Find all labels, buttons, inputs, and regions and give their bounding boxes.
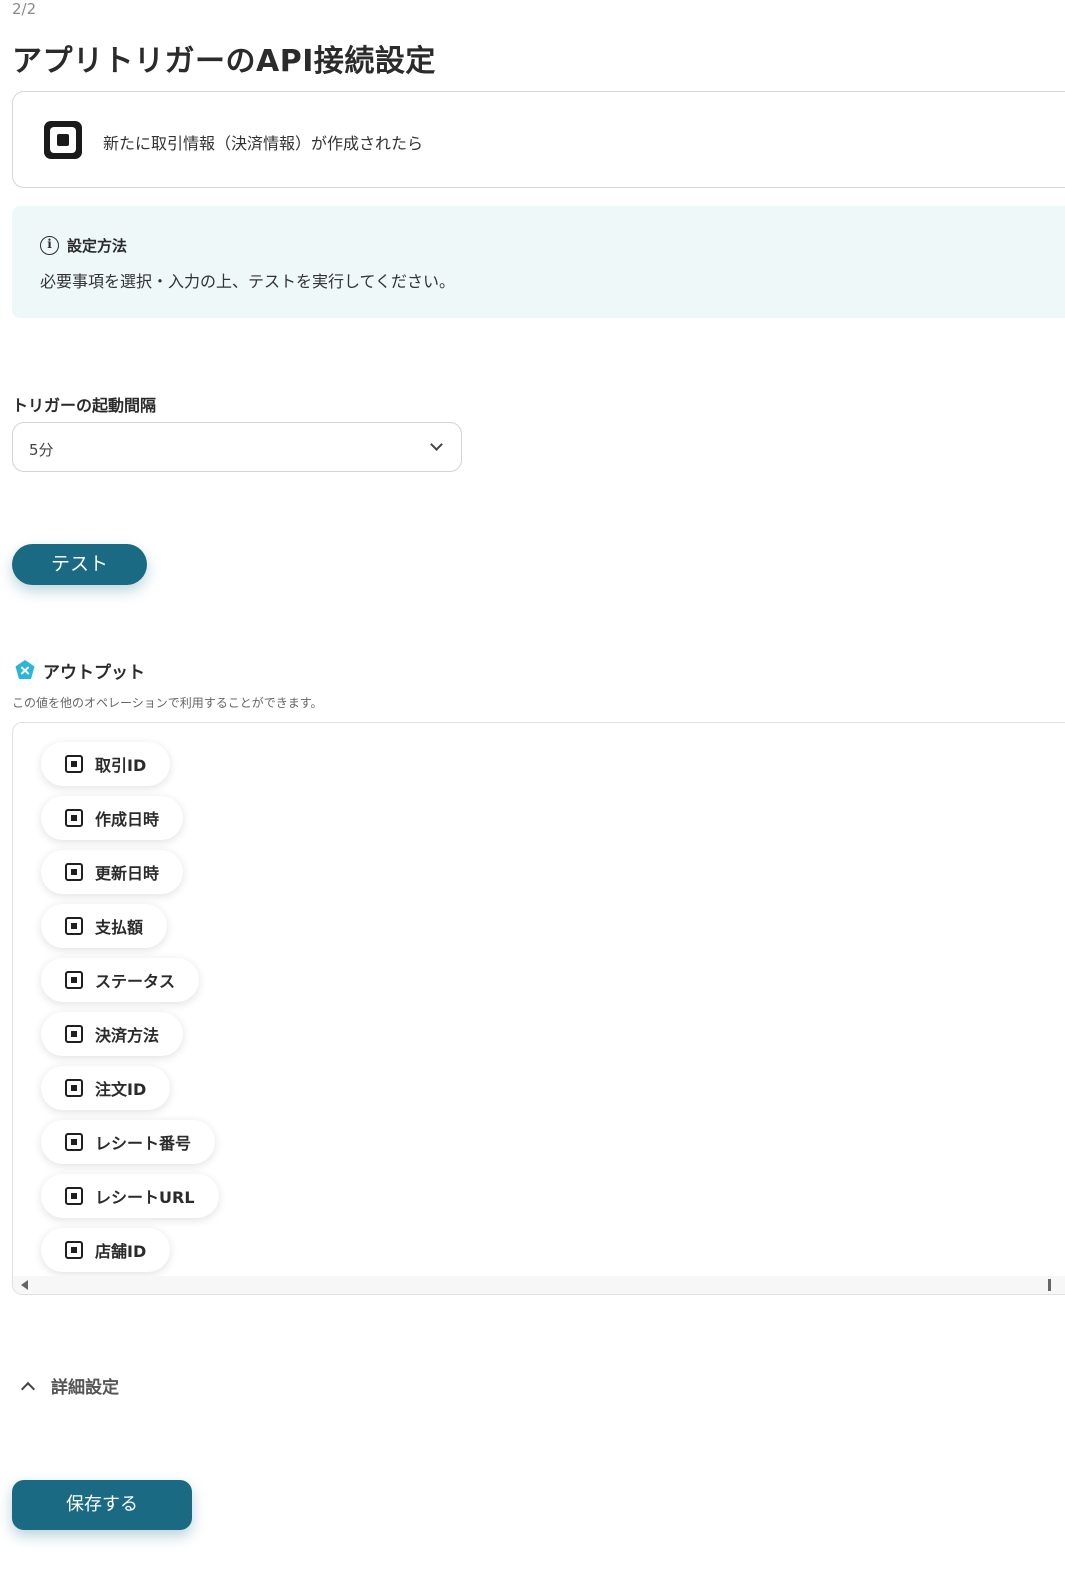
output-chip-label: 取引ID (95, 756, 147, 775)
output-subtitle: この値を他のオペレーションで利用することができます。 (12, 696, 323, 710)
output-chip-label: 作成日時 (95, 810, 160, 829)
output-chip[interactable]: 決済方法 (41, 1012, 184, 1056)
output-chip-label: 注文ID (95, 1080, 147, 1099)
interval-select-value: 5分 (29, 441, 54, 459)
interval-select[interactable]: 5分 (12, 422, 462, 472)
advanced-settings-toggle[interactable]: 詳細設定 (18, 1373, 119, 1398)
output-chip[interactable]: 店舗ID (41, 1228, 171, 1272)
square-logo-icon (65, 863, 83, 881)
output-chip[interactable]: 支払額 (41, 904, 168, 948)
info-circle-icon: i (40, 236, 59, 255)
square-logo-icon (65, 1241, 83, 1259)
output-chip-label: 更新日時 (95, 864, 160, 883)
square-logo-icon (65, 1187, 83, 1205)
square-logo-icon (65, 917, 83, 935)
square-logo-icon (65, 755, 83, 773)
output-chip-label: 店舗ID (95, 1242, 147, 1261)
output-chip-label: 支払額 (95, 918, 144, 937)
interval-label: トリガーの起動間隔 (12, 396, 157, 415)
info-text: 必要事項を選択・入力の上、テストを実行してください。 (40, 272, 456, 291)
output-chip-label: レシート番号 (95, 1134, 192, 1153)
square-logo-icon (65, 1025, 83, 1043)
scroll-right-arrow-icon[interactable] (1048, 1279, 1051, 1291)
output-chip[interactable]: 作成日時 (41, 796, 184, 840)
output-chip-label: レシートURL (95, 1188, 195, 1207)
output-chip-label: ステータス (95, 972, 176, 991)
output-chip[interactable]: 取引ID (41, 742, 171, 786)
output-chip[interactable]: レシート番号 (41, 1120, 216, 1164)
output-chip[interactable]: ステータス (41, 958, 200, 1002)
output-chip[interactable]: 更新日時 (41, 850, 184, 894)
info-box: i 設定方法 必要事項を選択・入力の上、テストを実行してください。 (12, 206, 1065, 318)
output-title: アウトプット (43, 663, 145, 683)
step-indicator: 2/2 (12, 0, 37, 18)
square-logo-icon (44, 121, 82, 159)
trigger-description: 新たに取引情報（決済情報）が作成されたら (103, 134, 424, 153)
output-chip[interactable]: レシートURL (41, 1174, 219, 1218)
square-logo-icon (65, 809, 83, 827)
chevron-down-icon (430, 438, 443, 451)
output-list: 取引ID 作成日時 更新日時 支払額 ステータス 決済方法 注文ID レシート番… (12, 722, 1065, 1295)
info-title: 設定方法 (67, 237, 128, 255)
page-title: アプリトリガーのAPI接続設定 (12, 44, 436, 79)
horizontal-scrollbar[interactable] (13, 1276, 1065, 1294)
scroll-left-arrow-icon[interactable] (21, 1280, 28, 1290)
square-logo-icon (65, 971, 83, 989)
trigger-card: 新たに取引情報（決済情報）が作成されたら (12, 91, 1065, 188)
output-chip[interactable]: 注文ID (41, 1066, 171, 1110)
test-button[interactable]: テスト (12, 544, 147, 585)
advanced-settings-label: 詳細設定 (51, 1378, 119, 1398)
save-button[interactable]: 保存する (12, 1480, 192, 1530)
chevron-up-icon (20, 1381, 36, 1396)
output-badge-icon (15, 660, 35, 679)
square-logo-icon (65, 1133, 83, 1151)
output-chip-label: 決済方法 (95, 1026, 160, 1045)
square-logo-icon (65, 1079, 83, 1097)
